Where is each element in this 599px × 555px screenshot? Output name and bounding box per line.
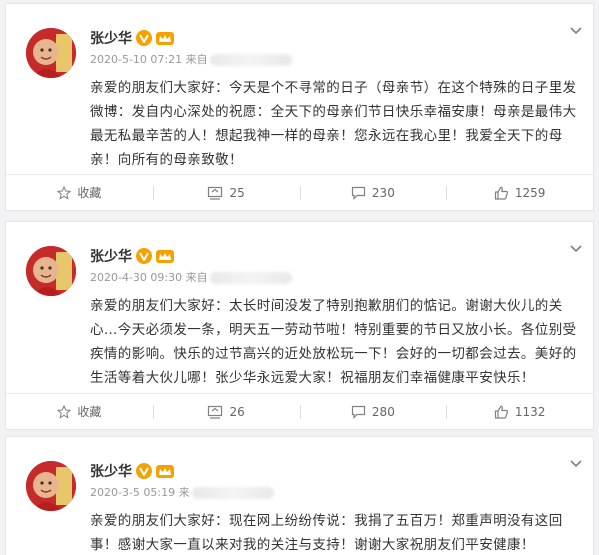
post-meta: 2020-3-5 05:19 来 [90,484,274,500]
like-count: 1259 [514,185,546,200]
like-button[interactable]: 1259 [446,175,593,210]
favorite-label: 收藏 [77,405,102,419]
post-time[interactable]: 2020-5-10 07:21 [90,53,182,66]
comment-count: 230 [371,185,395,200]
post-card: 张少华 2020-4-30 09:30 来自 亲爱的朋友们大家好：太长时间没发了… [5,221,594,430]
avatar[interactable] [26,246,76,296]
favorite-button[interactable]: 收藏 [6,175,153,210]
verified-v-icon [136,463,152,479]
chevron-down-icon[interactable] [569,244,583,254]
verified-v-icon [136,30,152,46]
weibo-feed: 张少华 2020-5-10 07:21 来自 亲爱的朋友们大家好：今天是个不寻常… [0,0,599,555]
comment-icon [351,405,366,419]
post-meta: 2020-5-10 07:21 来自 [90,51,292,67]
comment-button[interactable]: 280 [299,394,447,429]
comment-button[interactable]: 230 [299,175,447,210]
thumbs-up-icon [494,186,508,200]
post-card: 张少华 2020-5-10 07:21 来自 亲爱的朋友们大家好：今天是个不寻常… [5,3,594,211]
like-button[interactable]: 1132 [446,394,593,429]
chevron-down-icon[interactable] [569,26,583,36]
repost-count: 25 [229,185,245,200]
post-content: 亲爱的朋友们大家好：太长时间没发了特别抱歉朋们的惦记。谢谢大伙儿的关心…今天必须… [90,298,577,386]
action-bar: 收藏 25 230 1259 [6,174,593,210]
repost-count: 26 [229,404,245,419]
star-icon [57,404,72,419]
post-card: 张少华 2020-3-5 05:19 来 亲爱的朋友们大家好：现在网上纷纷传说：… [5,436,594,555]
post-time[interactable]: 2020-3-5 05:19 [90,486,175,499]
crown-icon[interactable] [156,465,174,478]
repost-icon [208,186,223,200]
repost-button[interactable]: 25 [152,175,300,210]
repost-icon [208,405,223,419]
post-time[interactable]: 2020-4-30 09:30 [90,271,182,284]
author-name[interactable]: 张少华 [90,246,132,266]
repost-button[interactable]: 26 [152,394,300,429]
thumbs-up-icon [494,405,508,419]
crown-icon[interactable] [156,32,174,45]
post-content: 亲爱的朋友们大家好：今天是个不寻常的日子（母亲节）在这个特殊的日子里发微博：发自… [90,80,577,168]
post-content: 亲爱的朋友们大家好：现在网上纷纷传说：我捐了五百万！郑重声明没有这回事！感谢大家… [90,513,563,553]
like-count: 1132 [514,404,546,419]
source-prefix: 来 [178,486,190,499]
verified-v-icon [136,248,152,264]
source-prefix: 来自 [185,53,208,66]
blurred-source [209,272,292,284]
avatar[interactable] [26,461,76,511]
favorite-label: 收藏 [77,186,102,200]
comment-icon [351,186,366,200]
avatar[interactable] [26,28,76,78]
blurred-source [209,54,292,66]
chevron-down-icon[interactable] [569,459,583,469]
crown-icon[interactable] [156,250,174,263]
post-meta: 2020-4-30 09:30 来自 [90,269,292,285]
favorite-button[interactable]: 收藏 [6,394,153,429]
blurred-source [191,487,274,499]
source-prefix: 来自 [185,271,208,284]
comment-count: 280 [371,404,395,419]
author-name[interactable]: 张少华 [90,28,132,48]
star-icon [57,185,72,200]
action-bar: 收藏 26 280 1132 [6,393,593,429]
author-name[interactable]: 张少华 [90,461,132,481]
